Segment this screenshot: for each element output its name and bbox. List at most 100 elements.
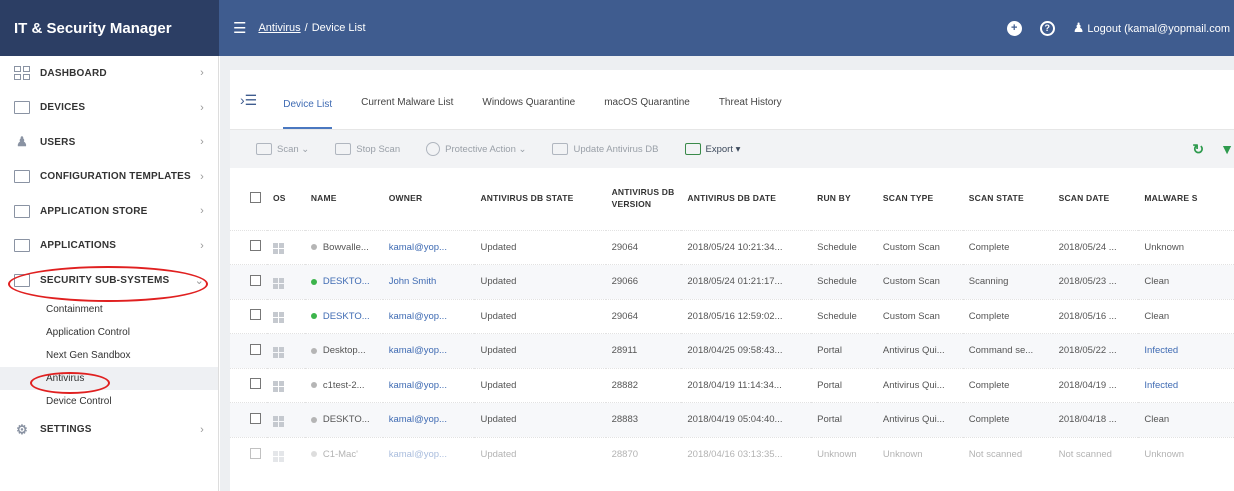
refresh-icon[interactable]: ↻ xyxy=(1192,141,1204,158)
row-checkbox-cell xyxy=(230,333,267,368)
table-row[interactable]: Desktop... kamal@yop... Updated 28911 2018/0… xyxy=(230,333,1234,368)
export-button[interactable]: Export ▾ xyxy=(684,143,740,155)
sidebar-item-configuration-templates[interactable]: CONFIGURATION TEMPLATES › xyxy=(0,160,218,195)
column-header-db-state[interactable]: ANTIVIRUS DB STATE xyxy=(474,168,606,230)
breadcrumb-separator: / xyxy=(304,22,308,34)
name-cell[interactable]: c1test-2... xyxy=(304,367,383,403)
tab-macos-quarantine[interactable]: macOS Quarantine xyxy=(604,97,690,129)
owner-cell[interactable]: kamal@yop... xyxy=(382,436,475,472)
toolbar: Scan ⌄ Stop Scan Protective Action ⌄ Upd… xyxy=(230,130,1234,168)
sidebar-item-applications[interactable]: APPLICATIONS › xyxy=(0,229,218,264)
sidebar-subitem-application-control[interactable]: Application Control xyxy=(0,321,218,344)
table-row[interactable]: DESKTO... kamal@yop... Updated 28883 2018/04… xyxy=(230,402,1234,437)
owner-cell[interactable]: kamal@yop... xyxy=(382,367,475,403)
select-all-checkbox[interactable] xyxy=(250,191,261,203)
table-row[interactable]: c1test-2... kamal@yop... Updated 28882 2018/… xyxy=(230,367,1234,403)
add-icon[interactable]: + xyxy=(1006,20,1022,36)
tab-windows-quarantine[interactable]: Windows Quarantine xyxy=(482,97,575,129)
menu-icon[interactable]: ☰ xyxy=(233,19,246,37)
row-checkbox[interactable] xyxy=(250,240,261,252)
name-cell[interactable]: Desktop... xyxy=(304,333,383,368)
db-state-cell: Updated xyxy=(474,229,606,265)
db-date-cell: 2018/04/25 09:58:43... xyxy=(681,333,812,368)
row-checkbox-cell xyxy=(230,298,267,334)
row-checkbox[interactable] xyxy=(250,309,261,321)
column-header-db-version[interactable]: ANTIVIRUS DB VERSION xyxy=(605,168,682,230)
logout-button[interactable]: ♟ Logout (kamal@yopmail.com xyxy=(1073,20,1230,36)
row-checkbox[interactable] xyxy=(250,447,261,459)
sidebar-subitem-containment[interactable]: Containment xyxy=(0,298,218,321)
sidebar-item-users[interactable]: ♟ USERS › xyxy=(0,125,218,160)
tab-device-list[interactable]: Device List xyxy=(283,99,333,129)
sidebar-subitem-device-control[interactable]: Device Control xyxy=(0,390,218,413)
row-checkbox-cell xyxy=(230,367,267,403)
help-icon[interactable]: ? xyxy=(1039,20,1055,36)
tab-current-malware-list[interactable]: Current Malware List xyxy=(361,97,453,129)
update-antivirus-db-button[interactable]: Update Antivirus DB xyxy=(552,143,659,155)
name-cell[interactable]: C1-Mac' xyxy=(304,436,383,472)
security-icon xyxy=(12,272,32,288)
column-header-run-by[interactable]: RUN BY xyxy=(811,168,877,230)
name-cell[interactable]: Bowvalle... xyxy=(304,229,383,265)
scan-date-cell: 2018/05/22 ... xyxy=(1052,333,1139,368)
scan-state-cell: Complete xyxy=(962,367,1053,403)
scan-button[interactable]: Scan ⌄ xyxy=(256,143,309,155)
sidebar-subitem-next-gen-sandbox[interactable]: Next Gen Sandbox xyxy=(0,344,218,367)
export-label: Export xyxy=(705,143,733,155)
protective-action-label: Protective Action xyxy=(445,143,516,155)
table-row[interactable]: DESKTO... John Smith Updated 29066 2018/05/2… xyxy=(230,264,1234,299)
run-by-cell: Schedule xyxy=(811,229,877,265)
name-cell[interactable]: DESKTO... xyxy=(304,298,383,334)
name-cell[interactable]: DESKTO... xyxy=(304,402,383,437)
sidebar-item-application-store[interactable]: APPLICATION STORE › xyxy=(0,194,218,229)
scan-date-cell: Not scanned xyxy=(1052,436,1139,472)
column-header-scan-date[interactable]: SCAN DATE xyxy=(1052,168,1139,230)
row-checkbox[interactable] xyxy=(250,343,261,355)
owner-cell[interactable]: kamal@yop... xyxy=(382,298,475,334)
store-icon xyxy=(12,203,32,219)
scan-state-cell: Complete xyxy=(962,229,1053,265)
db-version-cell: 29066 xyxy=(605,264,682,299)
scan-state-cell: Complete xyxy=(962,298,1053,334)
device-name: Bowvalle... xyxy=(322,241,369,253)
row-checkbox[interactable] xyxy=(250,412,261,424)
owner-cell[interactable]: John Smith xyxy=(382,264,475,299)
tree-toggle-icon[interactable]: ›☰ xyxy=(240,92,257,109)
column-header-os[interactable]: OS xyxy=(267,168,305,230)
row-checkbox[interactable] xyxy=(250,378,261,390)
table-row[interactable]: Bowvalle... kamal@yop... Updated 29064 2018/… xyxy=(230,229,1234,265)
table-row[interactable]: DESKTO... kamal@yop... Updated 29064 2018/05… xyxy=(230,298,1234,334)
column-header-db-date[interactable]: ANTIVIRUS DB DATE xyxy=(681,168,812,230)
device-name: Desktop... xyxy=(322,345,366,357)
column-header-scan-state[interactable]: SCAN STATE xyxy=(962,168,1053,230)
row-checkbox-cell xyxy=(230,229,267,265)
owner-cell[interactable]: kamal@yop... xyxy=(382,229,475,265)
sidebar-subitem-antivirus[interactable]: Antivirus xyxy=(0,366,218,390)
column-header-scan-type[interactable]: SCAN TYPE xyxy=(876,168,963,230)
row-checkbox[interactable] xyxy=(250,274,261,286)
windows-os-icon xyxy=(273,381,284,393)
row-checkbox-cell xyxy=(230,264,267,299)
tab-threat-history[interactable]: Threat History xyxy=(719,97,782,129)
device-name: c1test-2... xyxy=(322,379,365,391)
owner-cell[interactable]: kamal@yop... xyxy=(382,402,475,437)
sidebar-item-devices[interactable]: DEVICES › xyxy=(0,91,218,126)
protective-action-button[interactable]: Protective Action ⌄ xyxy=(426,142,526,156)
column-header-name[interactable]: NAME xyxy=(304,168,383,230)
malware-status-cell: Infected xyxy=(1138,333,1234,368)
column-header-owner[interactable]: OWNER xyxy=(382,168,475,230)
breadcrumb-antivirus[interactable]: Antivirus xyxy=(258,22,300,34)
tab-bar: ›☰ Device List Current Malware List Wind… xyxy=(230,70,1234,130)
db-state-cell: Updated xyxy=(474,367,606,403)
filter-icon[interactable]: ▼ xyxy=(1220,141,1234,157)
sidebar-item-dashboard[interactable]: DASHBOARD › xyxy=(0,56,218,91)
header-actions: + ? ♟ Logout (kamal@yopmail.com xyxy=(1006,20,1234,36)
column-header-malware-status[interactable]: MALWARE S xyxy=(1138,168,1234,230)
sidebar-item-security-sub-systems[interactable]: SECURITY SUB-SYSTEMS ⌄ xyxy=(0,263,218,298)
sidebar-item-settings[interactable]: ⚙ SETTINGS › xyxy=(0,413,218,448)
name-cell[interactable]: DESKTO... xyxy=(304,264,383,299)
table-row[interactable]: C1-Mac' kamal@yop... Updated 28870 2018/04/1… xyxy=(230,436,1234,472)
stop-scan-button[interactable]: Stop Scan xyxy=(335,143,400,155)
sidebar-item-label: APPLICATIONS xyxy=(40,240,117,252)
owner-cell[interactable]: kamal@yop... xyxy=(382,333,475,368)
